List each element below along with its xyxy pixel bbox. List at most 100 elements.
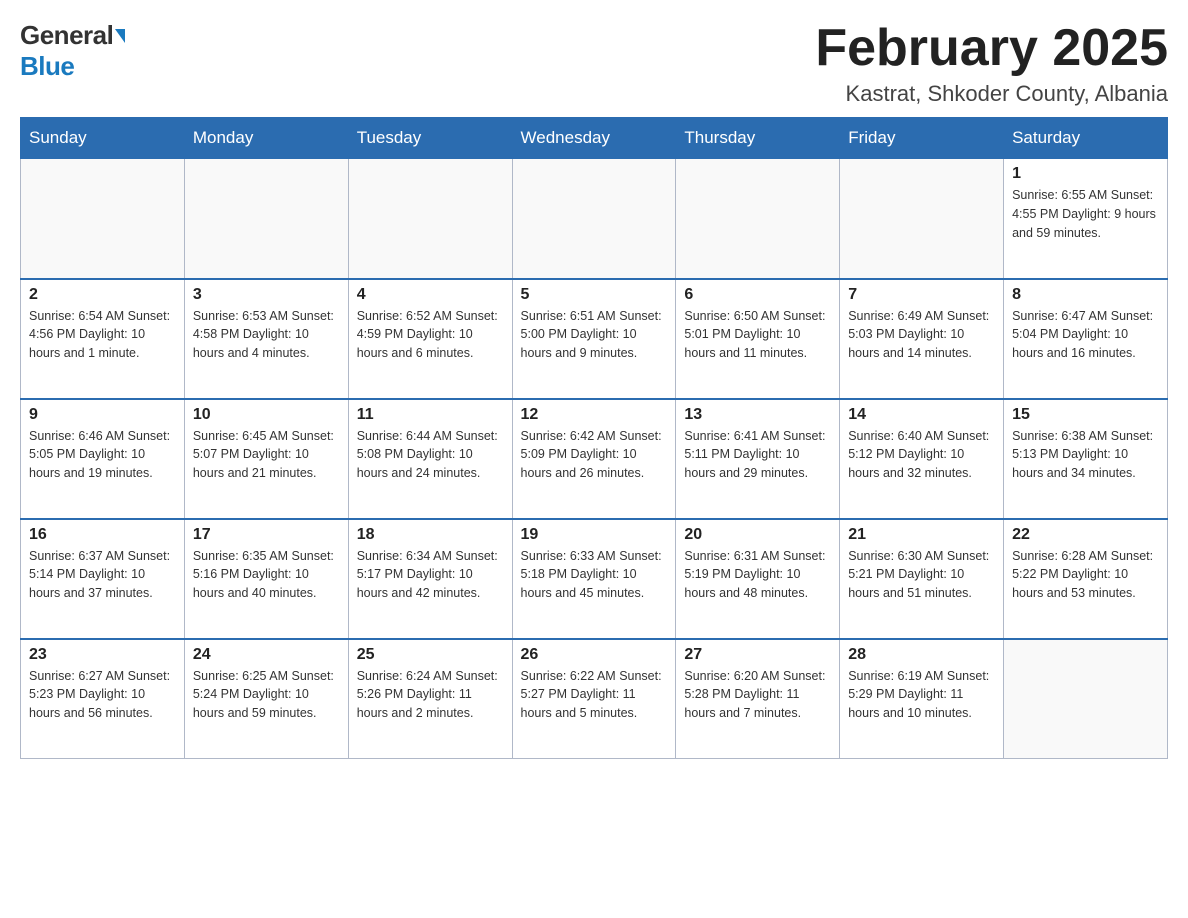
day-number: 12 (521, 406, 668, 424)
calendar-day-cell: 13 Sunrise: 6:41 AM Sunset: 5:11 PM Dayli… (676, 399, 840, 519)
calendar-day-cell: 23 Sunrise: 6:27 AM Sunset: 5:23 PM Dayli… (21, 639, 185, 759)
day-number: 23 (29, 646, 176, 664)
calendar-day-cell: 12 Sunrise: 6:42 AM Sunset: 5:09 PM Dayli… (512, 399, 676, 519)
calendar-day-cell (21, 159, 185, 279)
day-info: Sunrise: 6:50 AM Sunset: 5:01 PM Dayligh… (684, 307, 831, 363)
day-of-week-header: Monday (184, 118, 348, 159)
calendar-day-cell: 4 Sunrise: 6:52 AM Sunset: 4:59 PM Daylig… (348, 279, 512, 399)
day-number: 13 (684, 406, 831, 424)
day-info: Sunrise: 6:42 AM Sunset: 5:09 PM Dayligh… (521, 427, 668, 483)
day-number: 14 (848, 406, 995, 424)
calendar-day-cell: 14 Sunrise: 6:40 AM Sunset: 5:12 PM Dayli… (840, 399, 1004, 519)
day-number: 8 (1012, 286, 1159, 304)
day-number: 7 (848, 286, 995, 304)
day-number: 27 (684, 646, 831, 664)
calendar-day-cell: 22 Sunrise: 6:28 AM Sunset: 5:22 PM Dayli… (1004, 519, 1168, 639)
calendar-day-cell: 17 Sunrise: 6:35 AM Sunset: 5:16 PM Dayli… (184, 519, 348, 639)
calendar-day-cell (840, 159, 1004, 279)
day-of-week-header: Thursday (676, 118, 840, 159)
day-of-week-header: Saturday (1004, 118, 1168, 159)
calendar-day-cell: 18 Sunrise: 6:34 AM Sunset: 5:17 PM Dayli… (348, 519, 512, 639)
day-info: Sunrise: 6:37 AM Sunset: 5:14 PM Dayligh… (29, 547, 176, 603)
day-info: Sunrise: 6:22 AM Sunset: 5:27 PM Dayligh… (521, 667, 668, 723)
day-info: Sunrise: 6:40 AM Sunset: 5:12 PM Dayligh… (848, 427, 995, 483)
calendar-day-cell: 1Sunrise: 6:55 AM Sunset: 4:55 PM Daylig… (1004, 159, 1168, 279)
day-info: Sunrise: 6:34 AM Sunset: 5:17 PM Dayligh… (357, 547, 504, 603)
day-number: 24 (193, 646, 340, 664)
day-info: Sunrise: 6:51 AM Sunset: 5:00 PM Dayligh… (521, 307, 668, 363)
month-title: February 2025 (815, 20, 1168, 77)
day-info: Sunrise: 6:45 AM Sunset: 5:07 PM Dayligh… (193, 427, 340, 483)
calendar-day-cell: 27Sunrise: 6:20 AM Sunset: 5:28 PM Dayli… (676, 639, 840, 759)
day-info: Sunrise: 6:52 AM Sunset: 4:59 PM Dayligh… (357, 307, 504, 363)
calendar-day-cell: 24 Sunrise: 6:25 AM Sunset: 5:24 PM Dayli… (184, 639, 348, 759)
day-info: Sunrise: 6:30 AM Sunset: 5:21 PM Dayligh… (848, 547, 995, 603)
calendar-day-cell: 8 Sunrise: 6:47 AM Sunset: 5:04 PM Daylig… (1004, 279, 1168, 399)
location-title: Kastrat, Shkoder County, Albania (815, 81, 1168, 107)
day-number: 2 (29, 286, 176, 304)
day-number: 22 (1012, 526, 1159, 544)
page-header: General Blue February 2025 Kastrat, Shko… (20, 20, 1168, 107)
day-info: Sunrise: 6:19 AM Sunset: 5:29 PM Dayligh… (848, 667, 995, 723)
day-info: Sunrise: 6:49 AM Sunset: 5:03 PM Dayligh… (848, 307, 995, 363)
day-number: 3 (193, 286, 340, 304)
calendar-header-row: SundayMondayTuesdayWednesdayThursdayFrid… (21, 118, 1168, 159)
day-number: 18 (357, 526, 504, 544)
calendar-day-cell: 26 Sunrise: 6:22 AM Sunset: 5:27 PM Dayli… (512, 639, 676, 759)
day-info: Sunrise: 6:54 AM Sunset: 4:56 PM Dayligh… (29, 307, 176, 363)
day-number: 17 (193, 526, 340, 544)
day-number: 11 (357, 406, 504, 424)
day-info: Sunrise: 6:47 AM Sunset: 5:04 PM Dayligh… (1012, 307, 1159, 363)
day-info: Sunrise: 6:35 AM Sunset: 5:16 PM Dayligh… (193, 547, 340, 603)
day-number: 9 (29, 406, 176, 424)
day-info: Sunrise: 6:53 AM Sunset: 4:58 PM Dayligh… (193, 307, 340, 363)
calendar-day-cell: 10 Sunrise: 6:45 AM Sunset: 5:07 PM Dayli… (184, 399, 348, 519)
day-of-week-header: Sunday (21, 118, 185, 159)
day-info: Sunrise: 6:24 AM Sunset: 5:26 PM Dayligh… (357, 667, 504, 723)
calendar-week-row: 2 Sunrise: 6:54 AM Sunset: 4:56 PM Daylig… (21, 279, 1168, 399)
title-block: February 2025 Kastrat, Shkoder County, A… (815, 20, 1168, 107)
day-info: Sunrise: 6:27 AM Sunset: 5:23 PM Dayligh… (29, 667, 176, 723)
day-info: Sunrise: 6:28 AM Sunset: 5:22 PM Dayligh… (1012, 547, 1159, 603)
calendar-week-row: 16Sunrise: 6:37 AM Sunset: 5:14 PM Dayli… (21, 519, 1168, 639)
calendar-day-cell (1004, 639, 1168, 759)
calendar-day-cell: 25 Sunrise: 6:24 AM Sunset: 5:26 PM Dayli… (348, 639, 512, 759)
logo-arrow-icon (115, 29, 125, 43)
day-info: Sunrise: 6:38 AM Sunset: 5:13 PM Dayligh… (1012, 427, 1159, 483)
calendar-day-cell: 3 Sunrise: 6:53 AM Sunset: 4:58 PM Daylig… (184, 279, 348, 399)
day-info: Sunrise: 6:41 AM Sunset: 5:11 PM Dayligh… (684, 427, 831, 483)
calendar-day-cell (512, 159, 676, 279)
day-number: 1 (1012, 165, 1159, 183)
day-number: 6 (684, 286, 831, 304)
logo-blue-text: Blue (20, 51, 74, 82)
day-number: 26 (521, 646, 668, 664)
day-number: 20 (684, 526, 831, 544)
calendar-week-row: 9 Sunrise: 6:46 AM Sunset: 5:05 PM Daylig… (21, 399, 1168, 519)
calendar-day-cell: 5 Sunrise: 6:51 AM Sunset: 5:00 PM Daylig… (512, 279, 676, 399)
calendar-day-cell: 20Sunrise: 6:31 AM Sunset: 5:19 PM Dayli… (676, 519, 840, 639)
day-number: 21 (848, 526, 995, 544)
calendar-day-cell: 2 Sunrise: 6:54 AM Sunset: 4:56 PM Daylig… (21, 279, 185, 399)
calendar-table: SundayMondayTuesdayWednesdayThursdayFrid… (20, 117, 1168, 759)
day-number: 10 (193, 406, 340, 424)
calendar-day-cell: 19 Sunrise: 6:33 AM Sunset: 5:18 PM Dayli… (512, 519, 676, 639)
day-number: 15 (1012, 406, 1159, 424)
calendar-week-row: 23 Sunrise: 6:27 AM Sunset: 5:23 PM Dayli… (21, 639, 1168, 759)
day-of-week-header: Friday (840, 118, 1004, 159)
day-info: Sunrise: 6:25 AM Sunset: 5:24 PM Dayligh… (193, 667, 340, 723)
day-number: 19 (521, 526, 668, 544)
day-info: Sunrise: 6:44 AM Sunset: 5:08 PM Dayligh… (357, 427, 504, 483)
day-info: Sunrise: 6:33 AM Sunset: 5:18 PM Dayligh… (521, 547, 668, 603)
logo: General Blue (20, 20, 125, 82)
calendar-day-cell: 7 Sunrise: 6:49 AM Sunset: 5:03 PM Daylig… (840, 279, 1004, 399)
calendar-day-cell: 16Sunrise: 6:37 AM Sunset: 5:14 PM Dayli… (21, 519, 185, 639)
day-info: Sunrise: 6:46 AM Sunset: 5:05 PM Dayligh… (29, 427, 176, 483)
day-number: 5 (521, 286, 668, 304)
day-number: 25 (357, 646, 504, 664)
calendar-day-cell: 9 Sunrise: 6:46 AM Sunset: 5:05 PM Daylig… (21, 399, 185, 519)
calendar-day-cell (348, 159, 512, 279)
day-number: 4 (357, 286, 504, 304)
calendar-week-row: 1Sunrise: 6:55 AM Sunset: 4:55 PM Daylig… (21, 159, 1168, 279)
calendar-day-cell (184, 159, 348, 279)
logo-general-text: General (20, 20, 113, 51)
